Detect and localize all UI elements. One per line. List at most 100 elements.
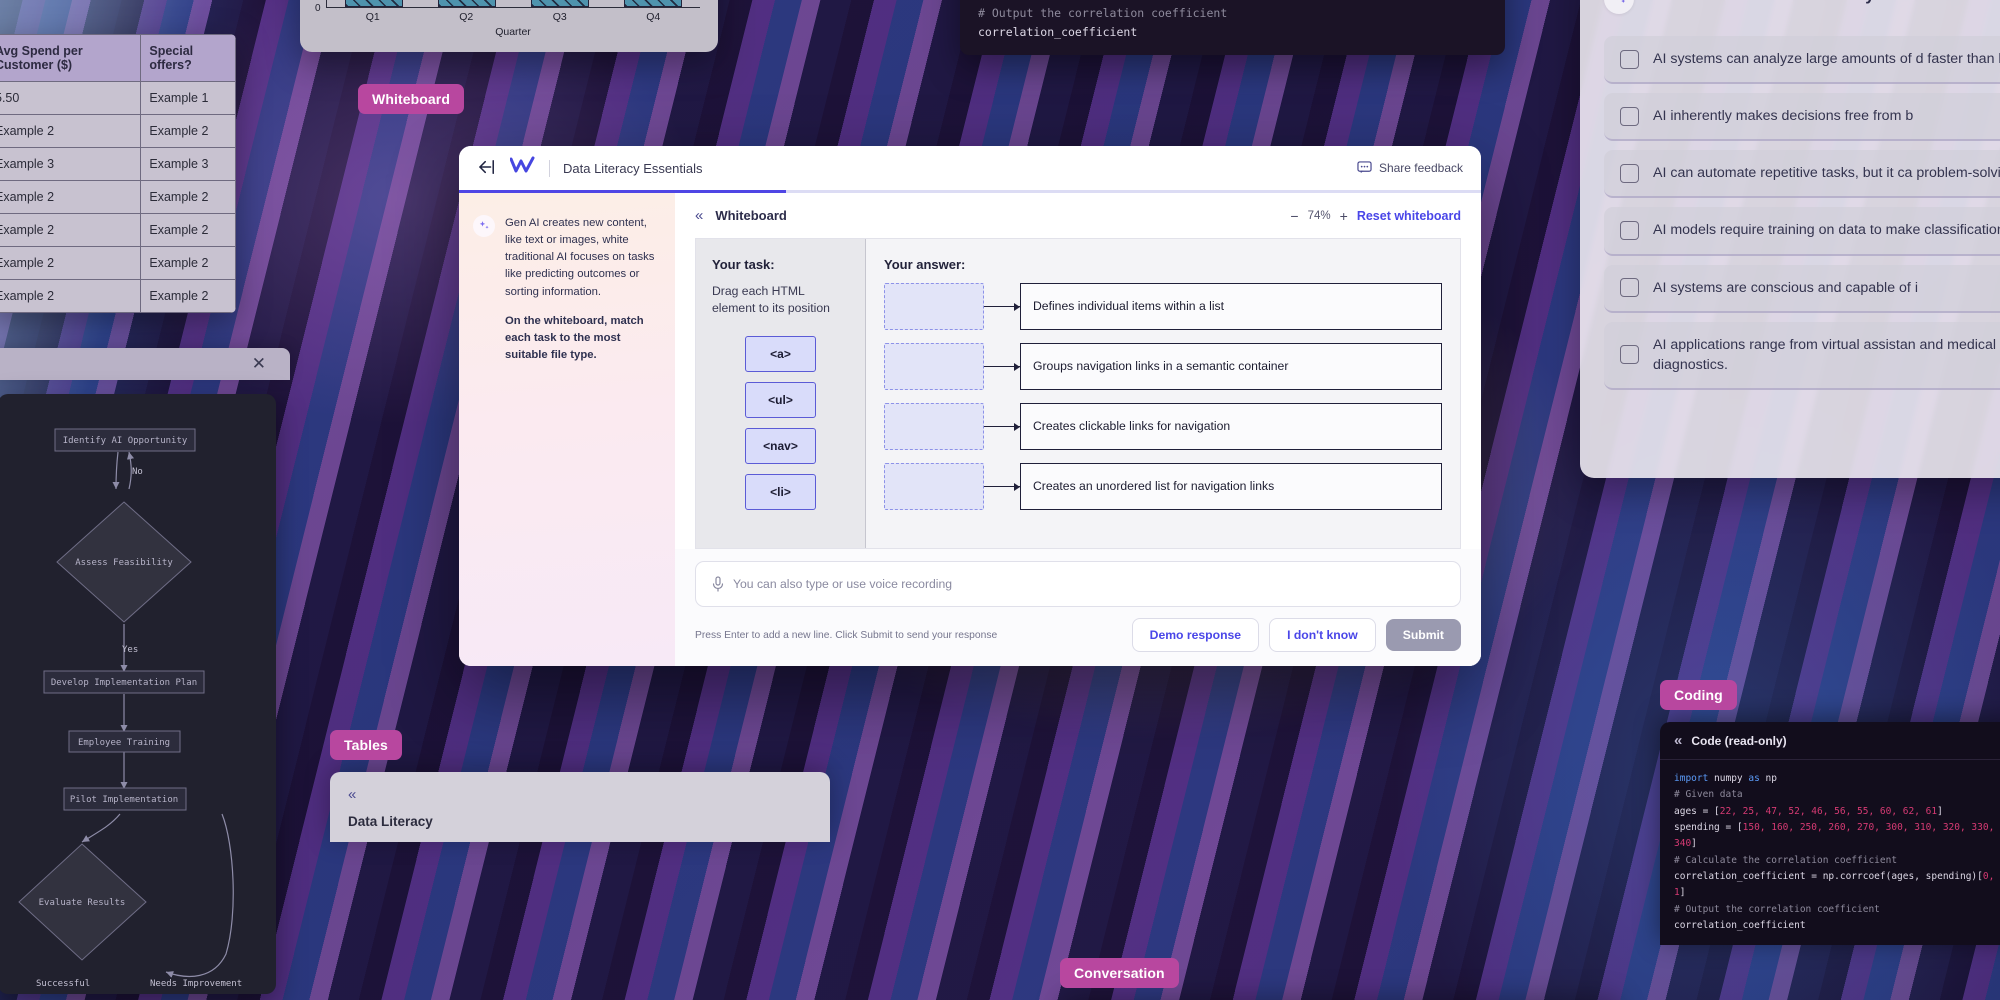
composer-actions: Press Enter to add a new line. Click Sub… xyxy=(695,618,1461,652)
draggable-chip[interactable]: <ul> xyxy=(745,381,816,418)
table-cell: Example 2 xyxy=(0,114,142,148)
table-row: Example 3 Example 3 xyxy=(0,147,236,181)
response-input[interactable]: You can also type or use voice recording xyxy=(695,561,1461,607)
narration-panel: Gen AI creates new content, like text or… xyxy=(459,193,675,666)
flowchart-svg: Identify AI Opportunity Assess Feasibili… xyxy=(18,428,242,989)
code-line: # Calculate the correlation coefficient xyxy=(1674,854,1898,866)
response-input-placeholder: You can also type or use voice recording xyxy=(733,577,953,591)
table-row: Example 2 Example 2 xyxy=(0,180,236,214)
drop-slot[interactable] xyxy=(884,463,984,510)
code-card: « Code (read-only) import numpy as np # G… xyxy=(1660,722,2000,946)
share-feedback-label: Share feedback xyxy=(1378,161,1463,175)
code-line: correlation_coefficient xyxy=(1674,919,1806,931)
y-tick-label: 0 xyxy=(315,3,321,14)
checkbox[interactable] xyxy=(1620,163,1639,183)
composer: You can also type or use voice recording… xyxy=(675,549,1481,666)
tables-panel: Tables « Data Literacy xyxy=(330,730,830,842)
drop-slot[interactable] xyxy=(884,403,984,450)
narration-paragraph-1: Gen AI creates new content, like text or… xyxy=(505,217,655,298)
narration-paragraph-2: On the whiteboard, match each task to th… xyxy=(505,314,644,362)
code-line: import numpy as np xyxy=(1674,773,1777,784)
code-snippet-top: # Calculate the correlation coefficient … xyxy=(960,0,1505,56)
back-arrow-icon[interactable] xyxy=(477,159,497,178)
flow-edge-label: Successful xyxy=(36,979,90,989)
checkbox[interactable] xyxy=(1620,278,1639,298)
feedback-bubble-icon xyxy=(1357,161,1372,174)
demo-response-button[interactable]: Demo response xyxy=(1131,618,1260,652)
code-card-title: Code (read-only) xyxy=(1691,733,1787,748)
table-cell: Example 2 xyxy=(0,180,142,214)
drop-slot[interactable] xyxy=(884,343,984,390)
checkbox[interactable] xyxy=(1620,49,1639,69)
checkbox[interactable] xyxy=(1620,345,1639,365)
spend-table: Avg Spend per Customer ($) Special offer… xyxy=(0,34,236,313)
quiz-options-list: AI systems can analyze large amounts of … xyxy=(1604,36,2000,391)
quiz-option-label: AI systems are conscious and capable of … xyxy=(1653,279,1918,296)
zoom-out-button[interactable]: − xyxy=(1290,208,1298,224)
chart-bar xyxy=(344,0,403,7)
task-instruction: Drag each HTML element to its position xyxy=(712,284,830,316)
code-line: correlation_coefficient xyxy=(978,24,1138,39)
microphone-icon xyxy=(712,576,724,592)
chart-x-tick: Q4 xyxy=(646,11,661,23)
checkbox[interactable] xyxy=(1620,221,1639,241)
table-cell: Example 2 xyxy=(140,279,236,313)
chevron-double-left-icon[interactable]: « xyxy=(1674,732,1682,749)
chevron-double-left-icon[interactable]: « xyxy=(695,207,703,224)
submit-button[interactable]: Submit xyxy=(1385,619,1461,651)
divider xyxy=(549,159,550,177)
quiz-header: Which statements accurately describe art… xyxy=(1604,0,2000,14)
i-dont-know-button[interactable]: I don't know xyxy=(1269,618,1376,652)
quiz-option-label: AI inherently makes decisions free from … xyxy=(1653,108,1914,125)
coding-pill: Coding xyxy=(1660,680,1737,710)
table-body: 5.50Example 1Example 2Example 2Example 3… xyxy=(0,81,236,313)
app-body: Gen AI creates new content, like text or… xyxy=(459,193,1481,666)
zoom-level-label: 74% xyxy=(1307,209,1331,222)
answer-label: Creates an unordered list for navigation… xyxy=(1020,463,1442,510)
whiteboard-tools: − 74% + Reset whiteboard xyxy=(1290,208,1461,224)
flow-edge-label: Needs Improvement xyxy=(150,979,242,989)
chart-bars xyxy=(327,0,700,7)
table-row: Example 2 Example 2 xyxy=(0,279,236,313)
task-heading: Your task: xyxy=(712,257,775,272)
quiz-card: Which statements accurately describe art… xyxy=(1580,0,2000,478)
chart-x-tick: Q2 xyxy=(459,11,474,23)
chevron-double-left-icon[interactable]: « xyxy=(348,786,356,803)
drop-slot[interactable] xyxy=(884,283,984,330)
table-cell: Example 1 xyxy=(140,81,236,115)
quiz-option[interactable]: AI can automate repetitive tasks, but it… xyxy=(1604,150,2000,199)
whiteboard-pill: Whiteboard xyxy=(358,84,464,114)
quiz-option[interactable]: AI models require training on data to ma… xyxy=(1604,207,2000,256)
code-line: # Output the correlation coefficient xyxy=(1674,903,1880,915)
flow-node-label: Assess Feasibility xyxy=(75,558,173,568)
whiteboard-title: Whiteboard xyxy=(715,208,787,223)
chart-x-tick: Q1 xyxy=(365,11,380,23)
checkbox[interactable] xyxy=(1620,106,1639,126)
table-cell: Example 2 xyxy=(0,279,142,313)
reset-whiteboard-button[interactable]: Reset whiteboard xyxy=(1357,209,1461,223)
composer-hint: Press Enter to add a new line. Click Sub… xyxy=(695,629,998,641)
draggable-chip[interactable]: <li> xyxy=(745,473,816,510)
flow-node-label: Develop Implementation Plan xyxy=(51,678,197,688)
zoom-in-button[interactable]: + xyxy=(1340,208,1348,224)
code-line: ages = [22, 25, 47, 52, 46, 56, 55, 60, … xyxy=(1674,805,1943,817)
draggable-chip[interactable]: <nav> xyxy=(745,427,816,464)
bar-chart-card: 0 Q1 Q2 Q3 Q4 Quarter xyxy=(300,0,718,52)
quiz-question: Which statements accurately describe art… xyxy=(1647,0,1987,6)
table-cell: Example 2 xyxy=(0,213,142,247)
share-feedback-button[interactable]: Share feedback xyxy=(1357,161,1463,175)
quiz-option[interactable]: AI systems can analyze large amounts of … xyxy=(1604,36,2000,85)
answer-pair: Defines individual items within a list xyxy=(884,283,1442,330)
code-line: # Given data xyxy=(1674,789,1743,801)
quiz-option[interactable]: AI systems are conscious and capable of … xyxy=(1604,264,2000,313)
flow-edge-label: Yes xyxy=(122,645,138,655)
close-icon[interactable]: ✕ xyxy=(252,355,266,372)
quiz-option[interactable]: AI inherently makes decisions free from … xyxy=(1604,93,2000,142)
draggable-chips: <a> <ul> <nav> <li> xyxy=(712,335,849,510)
main-app-window: Data Literacy Essentials Share feedback … xyxy=(459,146,1481,666)
draggable-chip[interactable]: <a> xyxy=(745,335,816,372)
conversation-panel: Conversation » − 82% + xyxy=(1060,958,1620,1000)
quiz-option[interactable]: AI applications range from virtual assis… xyxy=(1604,321,2000,391)
answer-label: Groups navigation links in a semantic co… xyxy=(1020,343,1442,390)
course-title: Data Literacy Essentials xyxy=(563,160,703,176)
